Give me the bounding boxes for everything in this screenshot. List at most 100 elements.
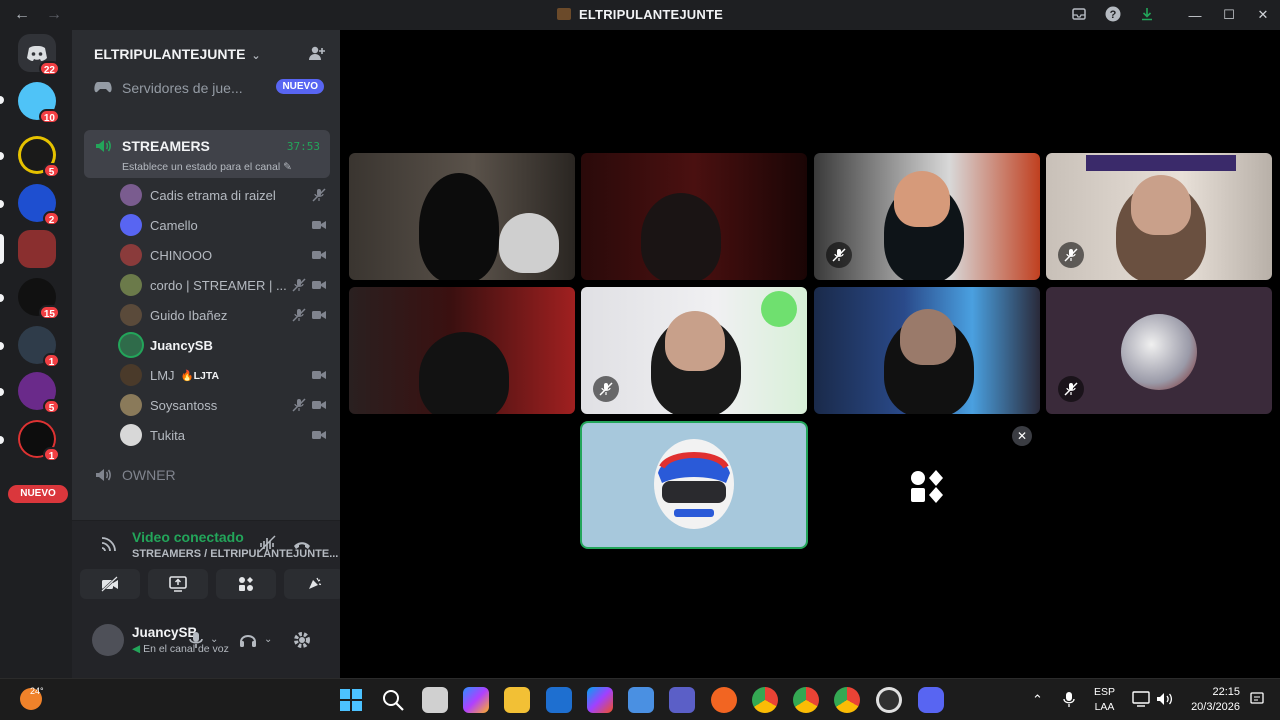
mic-muted-icon xyxy=(599,382,613,396)
new-badge: NUEVO xyxy=(276,79,324,94)
video-tile[interactable] xyxy=(581,153,807,280)
server-icon[interactable]: 10 xyxy=(18,82,60,124)
voice-member[interactable]: LMJ 🔥LJTA xyxy=(120,362,326,388)
chevron-down-icon[interactable]: ⌄ xyxy=(264,634,284,654)
share-screen-button[interactable] xyxy=(148,569,208,599)
mic-muted-indicator xyxy=(593,376,619,402)
network-icon[interactable] xyxy=(1132,691,1150,707)
activities-button[interactable] xyxy=(216,569,276,599)
voice-member[interactable]: Soysantoss xyxy=(120,392,326,418)
speaker-icon xyxy=(96,469,111,481)
plush-silhouette xyxy=(499,213,559,273)
teams-icon[interactable] xyxy=(669,687,695,713)
invite-user-icon[interactable] xyxy=(308,44,326,62)
mic-muted-icon xyxy=(292,278,306,292)
noise-suppression-icon[interactable] xyxy=(258,535,276,553)
server-icon[interactable]: 2 xyxy=(18,184,60,226)
discord-taskbar-icon[interactable] xyxy=(918,687,944,713)
participant-face xyxy=(665,311,725,371)
video-tile-speaking[interactable] xyxy=(582,423,806,547)
app-icon[interactable] xyxy=(711,687,737,713)
avatar xyxy=(120,424,142,446)
server-icon[interactable]: 15 xyxy=(18,278,60,320)
server-icon[interactable]: 5 xyxy=(18,372,60,414)
close-activity-button[interactable]: ✕ xyxy=(1012,426,1032,446)
voice-member[interactable]: Cadis etrama di raizel xyxy=(120,182,326,208)
language-code: ESP xyxy=(1094,686,1116,698)
window-title-text: ELTRIPULANTEJUNTE xyxy=(579,7,723,22)
camera-icon xyxy=(312,251,326,259)
search-icon[interactable] xyxy=(380,687,406,713)
task-view-icon[interactable] xyxy=(422,687,448,713)
copilot-icon[interactable] xyxy=(463,687,489,713)
server-header[interactable]: ELTRIPULANTEJUNTE ⌄ xyxy=(72,30,340,78)
server-name: ELTRIPULANTEJUNTE ⌄ xyxy=(94,46,261,62)
microphone-icon[interactable] xyxy=(1062,691,1076,707)
channel-status-prompt[interactable]: Establece un estado para el canal ✎ xyxy=(122,161,292,173)
new-unreads-button[interactable]: NUEVO xyxy=(8,485,68,503)
video-tile[interactable] xyxy=(349,153,575,280)
gear-icon[interactable] xyxy=(292,630,312,650)
voice-member[interactable]: Guido Ibañez xyxy=(120,302,326,328)
video-tile[interactable] xyxy=(814,287,1040,414)
chevron-up-icon[interactable]: ⌃ xyxy=(1032,692,1043,708)
activity-tile[interactable] xyxy=(814,423,1038,547)
inbox-icon[interactable] xyxy=(1062,7,1096,24)
video-tile[interactable] xyxy=(1046,287,1272,414)
camera-icon xyxy=(312,221,326,229)
start-menu-icon[interactable] xyxy=(338,687,364,713)
outlook-icon[interactable] xyxy=(546,687,572,713)
active-server-icon[interactable] xyxy=(18,230,56,268)
input-language[interactable]: ESP LAA xyxy=(1094,685,1115,715)
voice-member[interactable]: CHINOOO xyxy=(120,242,326,268)
soundboard-button[interactable] xyxy=(284,569,344,599)
file-explorer-icon[interactable] xyxy=(504,687,530,713)
voice-channel-streamers[interactable]: STREAMERS 37:53 Establece un estado para… xyxy=(84,130,330,178)
chrome-icon[interactable] xyxy=(752,687,778,713)
store-icon[interactable] xyxy=(628,687,654,713)
voice-member[interactable]: cordo | STREAMER | ... xyxy=(120,272,326,298)
help-icon[interactable]: ? xyxy=(1096,6,1130,25)
member-name: LMJ xyxy=(150,367,175,383)
chevron-down-icon[interactable]: ⌄ xyxy=(210,634,230,654)
minimize-icon[interactable]: — xyxy=(1178,8,1212,23)
chrome-icon[interactable] xyxy=(834,687,860,713)
close-icon[interactable]: ✕ xyxy=(1246,7,1280,23)
video-tile[interactable] xyxy=(581,287,807,414)
voice-channel-owner[interactable]: OWNER xyxy=(94,466,176,484)
mic-muted-icon xyxy=(1064,248,1078,262)
microsoft-365-icon[interactable] xyxy=(587,687,613,713)
voice-channel-name: STREAMERS xyxy=(122,138,210,154)
video-tile[interactable] xyxy=(814,153,1040,280)
video-tile[interactable] xyxy=(349,287,575,414)
server-icon[interactable]: 1 xyxy=(18,326,60,368)
microphone-icon[interactable] xyxy=(186,630,206,650)
member-status-icons xyxy=(312,248,326,262)
headphones-icon[interactable] xyxy=(238,630,258,650)
server-name-text: ELTRIPULANTEJUNTE xyxy=(94,46,246,62)
disconnect-icon[interactable] xyxy=(292,535,312,553)
camera-off-button[interactable] xyxy=(80,569,140,599)
weather-temperature: 24° xyxy=(30,686,44,696)
user-panel: JuancySB ◀ En el canal de voz ⌄ ⌄ xyxy=(72,610,340,678)
voice-member[interactable]: Tukita xyxy=(120,422,326,448)
voice-member[interactable]: Camello xyxy=(120,212,326,238)
voice-status: Video conectado xyxy=(132,529,244,545)
chrome-icon[interactable] xyxy=(793,687,819,713)
server-icon[interactable]: 5 xyxy=(18,136,60,178)
badge: 10 xyxy=(38,109,60,124)
clock[interactable]: 22:15 20/3/2026 xyxy=(1191,685,1240,715)
video-tile[interactable] xyxy=(1046,153,1272,280)
voice-member-self[interactable]: JuancySB xyxy=(120,332,326,358)
direct-messages-button[interactable]: 22 xyxy=(18,34,60,76)
volume-icon[interactable] xyxy=(1156,691,1174,707)
obs-icon[interactable] xyxy=(876,687,902,713)
maximize-icon[interactable]: ☐ xyxy=(1212,7,1246,23)
notifications-icon[interactable] xyxy=(1250,692,1264,706)
avatar[interactable] xyxy=(92,624,124,656)
server-icon[interactable]: 1 xyxy=(18,420,60,462)
camera-icon xyxy=(312,401,326,409)
game-servers-row[interactable]: Servidores de jue... NUEVO xyxy=(94,76,324,100)
download-icon[interactable] xyxy=(1130,7,1164,24)
connection-signal-icon[interactable] xyxy=(100,535,118,553)
